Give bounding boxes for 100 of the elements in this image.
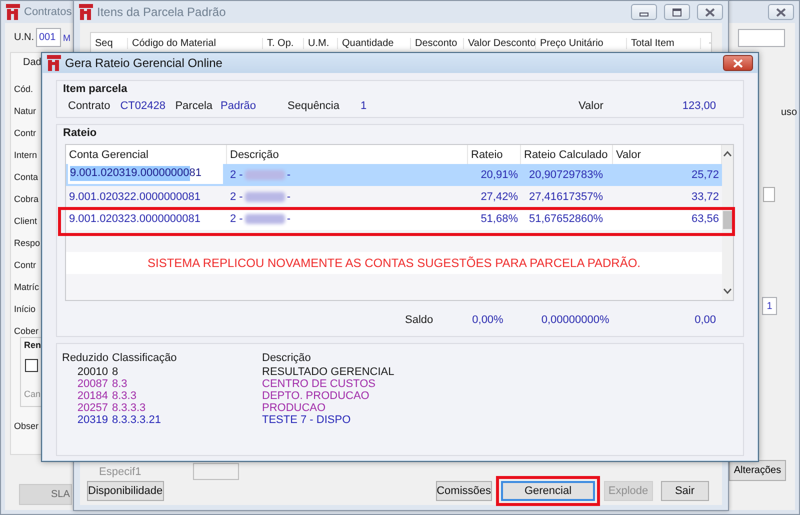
- field-label: Contr: [14, 259, 36, 271]
- blurred-text: [244, 214, 285, 224]
- button[interactable]: Sair: [660, 481, 709, 501]
- table-cell-text: 27,41617357%: [528, 191, 604, 203]
- group-label: Ren: [24, 340, 42, 351]
- table-cell-text: 8.3.3.3: [112, 402, 147, 414]
- table-cell-text: DEPTO. PRODUCAO: [262, 390, 370, 402]
- field-label: Especif1: [99, 466, 142, 478]
- table-cell-text: 8.3.3: [112, 390, 138, 402]
- field-label: M: [63, 32, 70, 42]
- table-cell-text: 9.001.020323.0000000081: [68, 213, 202, 225]
- field-label: Client: [14, 215, 38, 227]
- group-heading: Rateio: [62, 126, 98, 139]
- field-value: 123,00: [682, 100, 716, 112]
- button[interactable]: Disponibilidade: [87, 481, 164, 501]
- field-label: Cober: [14, 325, 39, 337]
- table-row[interactable]: 9.001.020323.0000000081 2 - - 51,68% 51,67652860% 63,56: [66, 208, 722, 230]
- maximize-button[interactable]: [664, 4, 690, 20]
- checkbox[interactable]: [763, 187, 775, 202]
- field-label: Natur: [14, 105, 36, 117]
- table-cell: 2 -: [230, 169, 243, 181]
- close-button[interactable]: [697, 4, 723, 20]
- text-field[interactable]: 1: [762, 297, 777, 315]
- button: Explode: [604, 481, 652, 501]
- app-logo-icon: [79, 4, 93, 20]
- table-cell: 2 -: [230, 191, 243, 203]
- text-field[interactable]: [193, 463, 240, 480]
- column-header: Valor Desconto: [464, 38, 536, 48]
- column-header: Seq: [91, 38, 128, 48]
- scrollbar[interactable]: [722, 145, 733, 300]
- table-cell-text: TESTE 7 - DISPO: [262, 414, 352, 426]
- column-header: Preço Unitário: [536, 38, 627, 48]
- field-value: 0,00: [694, 314, 716, 326]
- alteracoes-button[interactable]: Alterações: [729, 460, 786, 481]
- table-cell-text: 20319: [76, 414, 108, 426]
- table-cell-text: 8.3: [112, 378, 128, 390]
- close-icon[interactable]: [774, 6, 788, 18]
- field-label: Valor: [578, 100, 604, 112]
- table-cell-text: 20,91%: [480, 169, 519, 181]
- column-header: T. Op.: [263, 38, 304, 48]
- field-value: CT02428: [120, 100, 166, 112]
- window-title: Gera Rateio Gerencial Online: [65, 56, 222, 70]
- field-label: Início: [14, 303, 36, 315]
- table-cell-text: 20257: [76, 402, 108, 414]
- table-cell-text: 20087: [76, 378, 108, 390]
- field-label: uso: [781, 107, 798, 119]
- field-label: Conta: [14, 171, 38, 183]
- column-header: U.M.: [304, 38, 338, 48]
- table-cell-text: 33,72: [690, 191, 720, 203]
- minimize-button[interactable]: [631, 4, 657, 20]
- button[interactable]: Gerencial: [501, 481, 596, 501]
- field-label: Cobra: [14, 193, 39, 205]
- field-label: U.N.: [14, 32, 34, 43]
- annotation-text: SISTEMA REPLICOU NOVAMENTE AS CONTAS SUGESTÕES PARA PARCELA PADRÃO.: [147, 256, 640, 270]
- close-icon[interactable]: [703, 6, 717, 18]
- close-button[interactable]: [768, 4, 794, 20]
- table-cell-text: 20184: [76, 390, 108, 402]
- checkbox[interactable]: [25, 359, 38, 372]
- text-field[interactable]: 001: [36, 28, 61, 47]
- blurred-text: [244, 170, 285, 180]
- scroll-thumb[interactable]: [723, 211, 732, 229]
- table-cell-text: RESULTADO GERENCIAL: [262, 366, 396, 378]
- table-cell-text: 25,72: [690, 169, 720, 181]
- app-logo-icon: [6, 4, 20, 20]
- field-label: Contr: [14, 127, 36, 139]
- close-button[interactable]: [723, 55, 753, 71]
- sla-button[interactable]: SLA: [19, 484, 72, 505]
- app-logo-icon: [47, 55, 61, 71]
- column-header: Classificação: [112, 352, 178, 364]
- field-value: 0,00%: [472, 314, 504, 326]
- field-value: 1: [360, 100, 368, 112]
- field-value: 0,00000000%: [541, 314, 610, 326]
- field-label: Obser: [14, 420, 39, 432]
- table-cell-text: 20,90729783%: [528, 169, 604, 181]
- table-cell-text: 20010: [76, 366, 108, 378]
- group-heading: Item parcela: [62, 82, 128, 95]
- close-icon[interactable]: [731, 58, 745, 68]
- field-label: Cód.: [14, 83, 34, 95]
- table-cell: 2 -: [230, 213, 243, 225]
- button[interactable]: Comissões: [436, 481, 492, 501]
- field-label: Sequência: [288, 100, 340, 112]
- table-cell: -: [286, 213, 291, 225]
- column-header: Total Item: [627, 38, 701, 48]
- field-label: Parcela: [175, 100, 212, 112]
- scroll-down-icon[interactable]: [723, 288, 732, 294]
- tab[interactable]: Dad: [23, 57, 42, 69]
- field-label: Intern: [14, 149, 38, 161]
- table-cell: -: [286, 191, 291, 203]
- blurred-text: [244, 192, 285, 202]
- column-header: Descrição: [262, 352, 312, 364]
- text-field[interactable]: [738, 29, 785, 47]
- field-label: Saldo: [405, 314, 434, 326]
- column-header: Desconto: [411, 38, 464, 48]
- window-title: Contratos: [24, 6, 72, 18]
- maximize-icon[interactable]: [670, 6, 684, 18]
- column-header: Quantidade: [338, 38, 411, 48]
- table-cell-text: 63,56: [690, 213, 720, 225]
- field-label: Respo: [14, 237, 40, 249]
- window-title: Itens da Parcela Padrão: [97, 5, 226, 19]
- table-cell-text: 9.001.020322.0000000081: [68, 191, 202, 203]
